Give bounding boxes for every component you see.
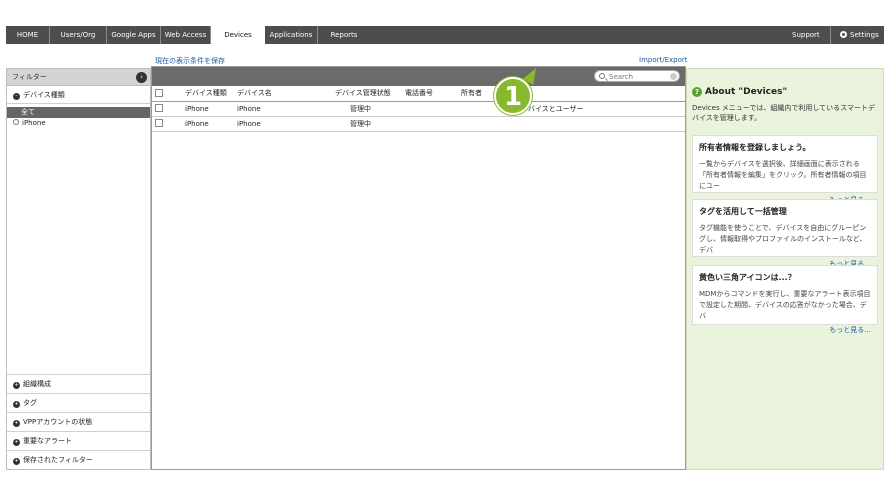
help-card-text: 一覧からデバイスを選択後、詳細画面に表示される「所有者情報を編集」をクリック。所… [699, 160, 867, 190]
expand-circle-icon: + [13, 382, 20, 389]
col-device-name[interactable]: デバイス名 [234, 86, 332, 102]
filter-bottom-sections: + 組織構成 + タグ + VPPアカウントの状態 + 重要なアラート + 保存されたフィ… [7, 374, 150, 469]
filter-item-all[interactable]: 全て [7, 107, 150, 118]
col-owner[interactable]: 所有者 [458, 86, 685, 102]
help-card-title: 黄色い三角アイコンは...？ [699, 273, 796, 282]
section-saved-filter-label: 保存されたフィルター [23, 456, 93, 464]
filter-panel: フィルター ‹ – デバイス種類 全て iPhone + 組織構成 + タグ + VPP… [6, 68, 151, 470]
section-org-label: 組織構成 [23, 380, 51, 388]
filter-header: フィルター ‹ [7, 69, 150, 86]
section-alert[interactable]: + 重要なアラート [7, 431, 150, 450]
cell-phone [402, 116, 458, 132]
app-window: HOME Users/Org Google Apps Web Access De… [6, 25, 884, 470]
section-tag[interactable]: + タグ [7, 393, 150, 412]
cell-owner: デバイスとユーザー [458, 101, 685, 117]
tab-home[interactable]: HOME [6, 26, 50, 44]
help-card-text: MDMからコマンドを実行し、重要なアラート表示項目で設定した期間、デバイスの応答… [699, 290, 871, 320]
help-title-text: About "Devices" [705, 87, 788, 97]
expand-circle-icon: + [13, 401, 20, 408]
tab-applications[interactable]: Applications [265, 26, 318, 44]
tab-google-apps[interactable]: Google Apps [107, 26, 161, 44]
tab-web-access[interactable]: Web Access [161, 26, 211, 44]
expand-circle-icon: + [13, 420, 20, 427]
section-org[interactable]: + 組織構成 [7, 374, 150, 393]
filter-item-iphone[interactable]: iPhone [7, 118, 150, 129]
row-checkbox[interactable] [155, 119, 163, 127]
search-input[interactable] [609, 72, 665, 81]
cell-owner [458, 116, 685, 132]
section-saved-filter[interactable]: + 保存されたフィルター [7, 450, 150, 469]
help-intro: Devices メニューでは、組織内で利用しているスマートデバイスを管理します。 [692, 104, 875, 122]
cell-type: iPhone [182, 101, 234, 117]
import-export-link[interactable]: Import/Export [639, 56, 688, 64]
radio-icon [13, 119, 19, 125]
col-device-type[interactable]: デバイス種類 [182, 86, 234, 102]
settings-link[interactable]: Settings [840, 26, 879, 44]
expand-circle-icon: + [13, 439, 20, 446]
save-filter-link[interactable]: 現在の表示条件を保存 [155, 56, 225, 66]
expand-circle-icon: + [13, 458, 20, 465]
device-list-panel: デバイス種類 デバイス名 デバイス管理状態 電話番号 所有者 iPhone iP… [151, 66, 686, 470]
help-card-text: タグ機能を使うことで、デバイスを自由にグルーピングし、情報取得やプロファイルのイ… [699, 224, 867, 254]
clear-icon[interactable] [670, 73, 677, 80]
search-box[interactable] [594, 70, 680, 82]
device-table: デバイス種類 デバイス名 デバイス管理状態 電話番号 所有者 iPhone iP… [152, 86, 685, 132]
help-title: ? About "Devices" [692, 87, 787, 97]
top-nav: HOME Users/Org Google Apps Web Access De… [6, 25, 884, 45]
filter-title: フィルター [12, 73, 47, 81]
section-vpp-label: VPPアカウントの状態 [23, 418, 93, 426]
help-card-title: タグを活用して一括管理 [699, 207, 787, 216]
support-link[interactable]: Support [792, 26, 831, 44]
tab-devices[interactable]: Devices [211, 25, 265, 45]
list-toolbar [152, 67, 685, 86]
row-checkbox[interactable] [155, 104, 163, 112]
gear-icon [840, 31, 847, 38]
cell-type: iPhone [182, 116, 234, 132]
col-device-user[interactable]: デバイスとユーザー [521, 105, 584, 113]
collapse-left-icon[interactable]: ‹ [136, 72, 147, 83]
section-device-type-label: デバイス種類 [23, 91, 65, 99]
select-all-checkbox[interactable] [155, 88, 163, 97]
cell-phone [402, 101, 458, 117]
cell-name: iPhone [234, 116, 332, 132]
table-row[interactable]: iPhone iPhone 管理中 [152, 116, 685, 132]
cell-status: 管理中 [332, 101, 402, 117]
help-card-alert: 黄色い三角アイコンは...？ MDMからコマンドを実行し、重要なアラート表示項目… [692, 265, 878, 334]
section-vpp[interactable]: + VPPアカウントの状態 [7, 412, 150, 431]
cell-status: 管理中 [332, 116, 402, 132]
search-icon [599, 73, 605, 79]
section-alert-label: 重要なアラート [23, 437, 72, 445]
help-card-title: 所有者情報を登録しましょう。 [699, 143, 811, 152]
collapse-circle-icon: – [13, 93, 20, 100]
filter-item-iphone-label: iPhone [22, 119, 46, 127]
tab-reports[interactable]: Reports [318, 26, 370, 44]
question-icon: ? [692, 87, 702, 97]
table-header-row: デバイス種類 デバイス名 デバイス管理状態 電話番号 所有者 [152, 86, 685, 102]
help-card-owner: 所有者情報を登録しましょう。 一覧からデバイスを選択後、詳細画面に表示される「所… [692, 135, 878, 204]
col-phone[interactable]: 電話番号 [402, 86, 458, 102]
section-device-type[interactable]: – デバイス種類 [7, 86, 150, 104]
settings-label: Settings [850, 31, 879, 39]
section-tag-label: タグ [23, 399, 37, 407]
cell-name: iPhone [234, 101, 332, 117]
more-link[interactable]: もっと見る... [699, 325, 871, 335]
table-row[interactable]: iPhone iPhone 管理中 デバイスとユーザー [152, 101, 685, 117]
help-card-tag: タグを活用して一括管理 タグ機能を使うことで、デバイスを自由にグルーピングし、情… [692, 199, 878, 268]
tab-users-org[interactable]: Users/Org [50, 26, 107, 44]
callout-badge: 1 [494, 77, 532, 115]
help-panel: ? About "Devices" Devices メニューでは、組織内で利用して… [686, 68, 884, 470]
col-status[interactable]: デバイス管理状態 [332, 86, 402, 102]
